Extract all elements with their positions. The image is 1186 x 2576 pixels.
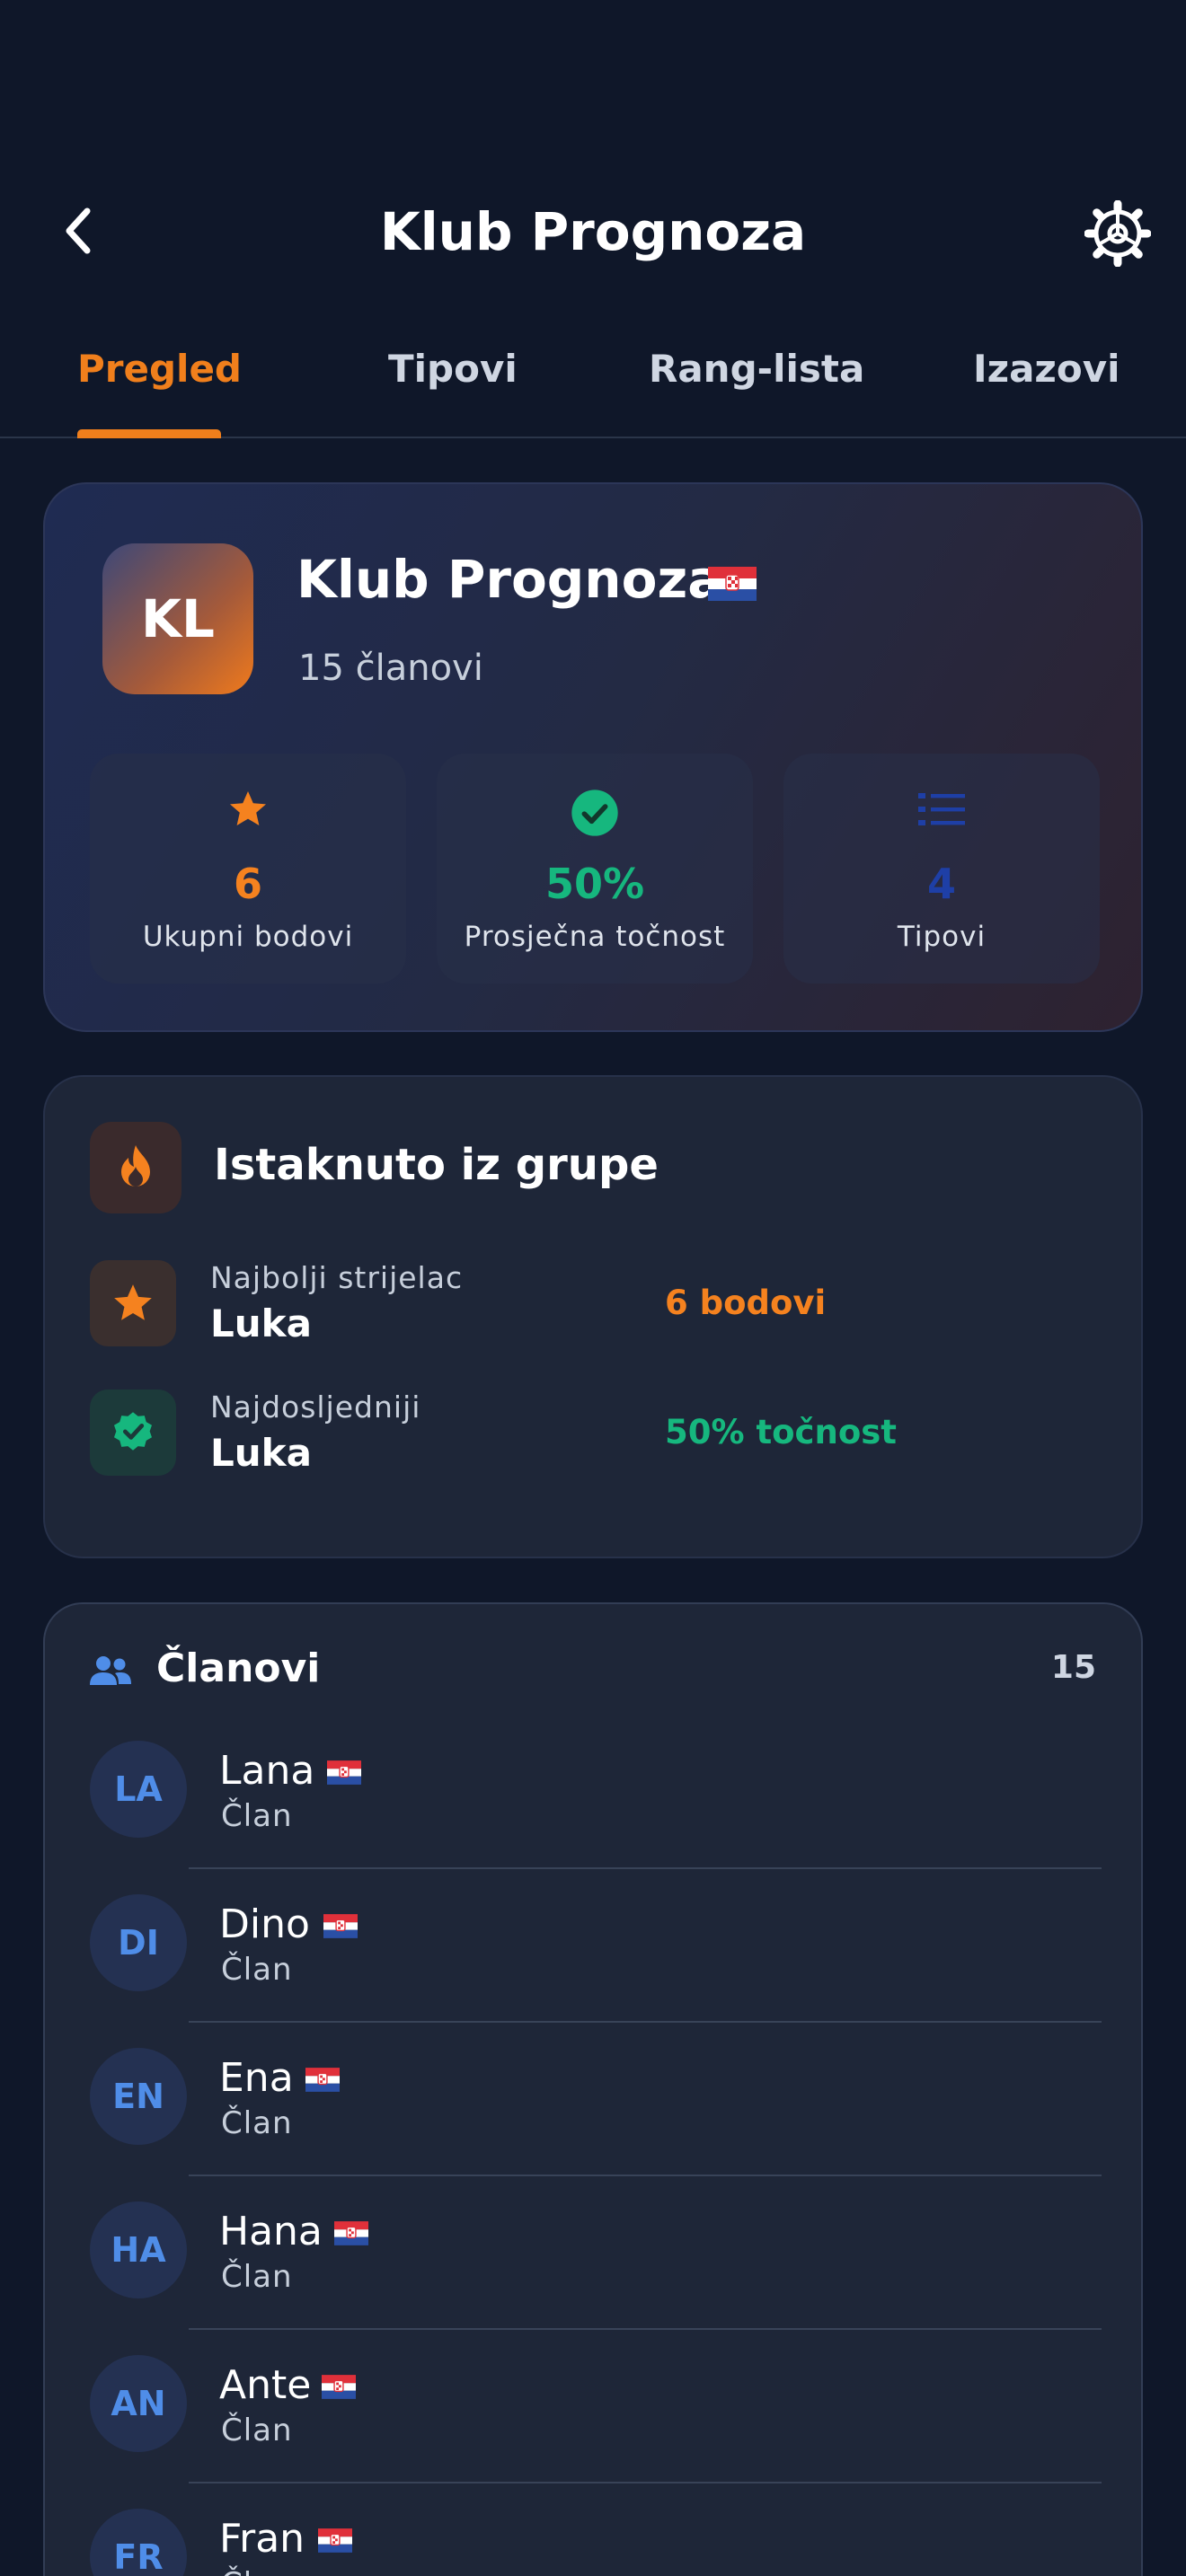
group-highlights-card: Istaknuto iz grupe Najbolji strijelac Lu… xyxy=(43,1075,1143,1558)
highlight-value: 50% točnost xyxy=(665,1413,897,1451)
member-role: Član xyxy=(221,2259,293,2295)
divider xyxy=(189,2328,1102,2330)
avatar: AN xyxy=(90,2355,187,2452)
croatia-flag-icon xyxy=(323,1914,358,1942)
member-row[interactable]: HA Hana Član xyxy=(45,2201,1145,2355)
stat-total-points: 6 Ukupni bodovi xyxy=(90,754,406,984)
member-role: Član xyxy=(221,2566,293,2576)
tab-pregled[interactable]: Pregled xyxy=(77,347,242,391)
divider xyxy=(189,1867,1102,1869)
divider xyxy=(189,2482,1102,2483)
stat-value: 4 xyxy=(926,860,956,908)
avatar: HA xyxy=(90,2201,187,2298)
active-tab-indicator xyxy=(77,429,221,438)
verified-badge-icon xyxy=(90,1389,176,1476)
members-count-badge: 15 xyxy=(1050,1649,1096,1686)
member-role: Član xyxy=(221,2105,293,2141)
gear-icon xyxy=(1084,200,1151,267)
settings-button[interactable] xyxy=(1082,198,1154,269)
stat-average-accuracy: 50% Prosječna točnost xyxy=(437,754,753,984)
top-app-bar: Klub Prognoza xyxy=(0,180,1186,287)
stat-value: 50% xyxy=(544,860,645,908)
highlight-top-scorer: Najbolji strijelac Luka 6 bodovi xyxy=(90,1260,1096,1350)
highlights-title: Istaknuto iz grupe xyxy=(214,1140,659,1190)
divider xyxy=(189,2175,1102,2176)
stat-label: Tipovi xyxy=(897,921,987,953)
member-count: 15 članovi xyxy=(298,648,483,689)
page-title: Klub Prognoza xyxy=(379,201,807,262)
members-title: Članovi xyxy=(156,1645,321,1691)
croatia-flag-icon xyxy=(334,2221,368,2249)
users-icon xyxy=(88,1654,133,1690)
members-card: Članovi 15 LA Lana Član DI Dino Član EN … xyxy=(43,1602,1143,2576)
avatar: EN xyxy=(90,2048,187,2145)
avatar: DI xyxy=(90,1894,187,1991)
tab-izazovi[interactable]: Izazovi xyxy=(973,347,1120,391)
member-row[interactable]: DI Dino Član xyxy=(45,1894,1145,2048)
tab-bar: Pregled Tipovi Rang-lista Izazovi xyxy=(0,323,1186,438)
avatar: FR xyxy=(90,2509,187,2576)
highlight-most-consistent: Najdosljedniji Luka 50% točnost xyxy=(90,1389,1096,1479)
highlight-label: Najdosljedniji xyxy=(210,1389,421,1425)
croatia-flag-icon xyxy=(322,2375,356,2403)
stat-value: 6 xyxy=(233,860,262,908)
member-role: Član xyxy=(221,2413,293,2448)
star-icon xyxy=(90,1260,176,1346)
member-row[interactable]: LA Lana Član xyxy=(45,1741,1145,1894)
member-row[interactable]: EN Ena Član xyxy=(45,2048,1145,2201)
croatia-flag-icon xyxy=(318,2528,352,2556)
stat-label: Ukupni bodovi xyxy=(142,921,354,953)
member-name: Lana xyxy=(219,1748,315,1794)
croatia-flag-icon xyxy=(708,567,757,604)
member-role: Član xyxy=(221,1952,293,1988)
group-name: Klub Prognoza xyxy=(296,549,723,610)
croatia-flag-icon xyxy=(305,2068,340,2095)
tab-rang-lista[interactable]: Rang-lista xyxy=(649,347,864,391)
group-summary-card: KL Klub Prognoza 15 članovi 6 Ukupni bod… xyxy=(43,482,1143,1032)
tab-tipovi[interactable]: Tipovi xyxy=(388,347,518,391)
highlight-name: Luka xyxy=(210,1431,312,1475)
member-row[interactable]: FR Fran Član xyxy=(45,2509,1145,2576)
stat-predictions: 4 Tipovi xyxy=(783,754,1100,984)
divider xyxy=(189,2021,1102,2023)
flame-icon xyxy=(90,1122,181,1213)
member-row[interactable]: AN Ante Član xyxy=(45,2355,1145,2509)
member-name: Dino xyxy=(219,1901,310,1947)
stat-label: Prosječna točnost xyxy=(464,921,726,953)
list-icon xyxy=(918,793,965,825)
highlight-name: Luka xyxy=(210,1301,312,1345)
star-icon xyxy=(230,791,266,825)
group-avatar: KL xyxy=(102,543,253,694)
highlight-value: 6 bodovi xyxy=(665,1284,827,1322)
member-name: Ena xyxy=(219,2055,294,2101)
member-name: Fran xyxy=(219,2516,305,2562)
highlight-label: Najbolji strijelac xyxy=(210,1260,464,1295)
member-role: Član xyxy=(221,1798,293,1834)
avatar: LA xyxy=(90,1741,187,1838)
member-name: Hana xyxy=(219,2209,323,2254)
app-screen: Klub Prognoza Pregled Tipovi Rang-lista … xyxy=(0,0,1186,2576)
member-name: Ante xyxy=(219,2362,312,2408)
check-circle-icon xyxy=(571,790,618,836)
croatia-flag-icon xyxy=(327,1760,361,1788)
